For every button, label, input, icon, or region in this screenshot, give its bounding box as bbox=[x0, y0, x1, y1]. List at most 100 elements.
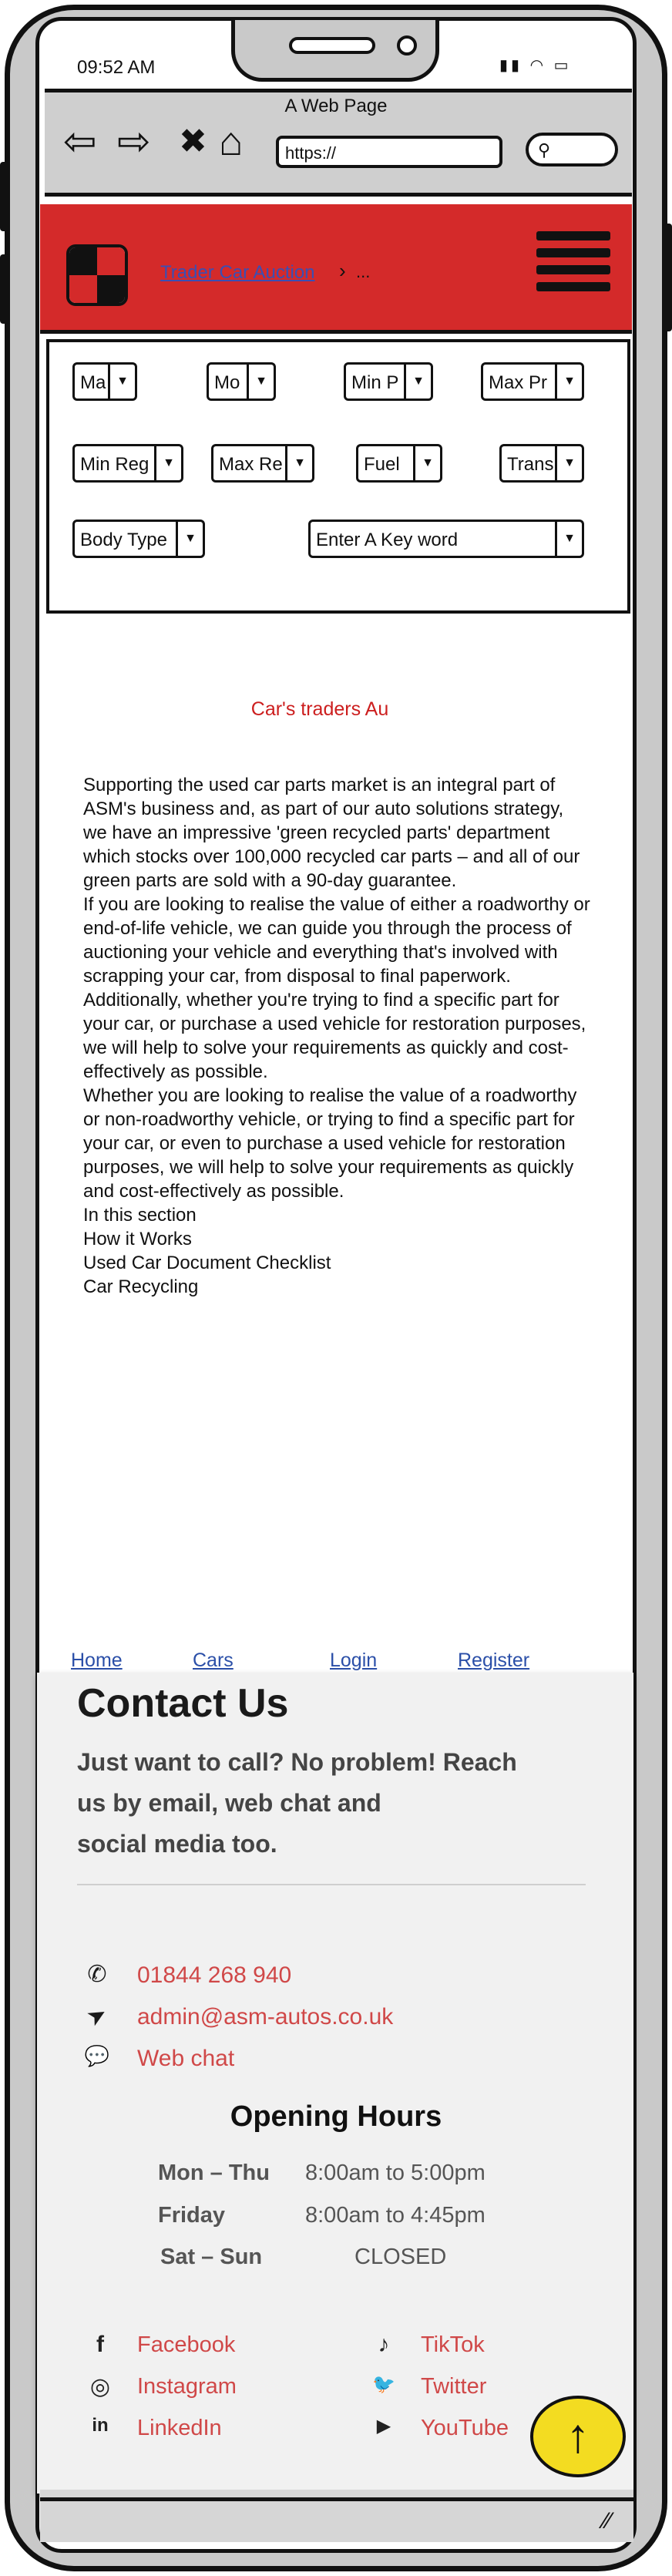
breadcrumb-more: ... bbox=[356, 262, 371, 281]
tiktok-link[interactable]: TikTok bbox=[421, 2332, 485, 2358]
dropdown-arrow-icon: ▼ bbox=[176, 522, 203, 556]
back-icon[interactable]: ⇦ bbox=[63, 122, 97, 162]
forward-icon[interactable]: ⇨ bbox=[117, 122, 151, 162]
section-link-document-checklist[interactable]: Used Car Document Checklist bbox=[83, 1251, 592, 1275]
dropdown-arrow-icon: ▼ bbox=[555, 365, 582, 399]
chat-icon: 💬 bbox=[84, 2044, 110, 2067]
keyword-search-input[interactable]: Enter A Key word ▼ bbox=[308, 520, 584, 558]
nav-register-link[interactable]: Register bbox=[458, 1650, 529, 1672]
bottom-strip bbox=[40, 2490, 633, 2497]
content-paragraph: Whether you are looking to realise the v… bbox=[83, 1085, 577, 1202]
contact-phone-link[interactable]: 01844 268 940 bbox=[137, 1962, 291, 1989]
facebook-link[interactable]: Facebook bbox=[137, 2332, 235, 2358]
hours-day: Sat – Sun bbox=[160, 2245, 263, 2269]
hamburger-line bbox=[536, 265, 610, 274]
min-price-dropdown[interactable]: Min P ▼ bbox=[344, 362, 433, 401]
section-link-car-recycling[interactable]: Car Recycling bbox=[83, 1275, 592, 1299]
dropdown-arrow-icon: ▼ bbox=[413, 446, 440, 480]
breadcrumb-link[interactable]: Trader Car Auction bbox=[160, 262, 315, 284]
site-title: Car's traders Au bbox=[250, 698, 389, 720]
status-icons: ▮▮ ◠ ▭ bbox=[499, 57, 572, 74]
contact-subtitle-line: social media too. bbox=[77, 1830, 277, 1858]
logo-icon[interactable] bbox=[66, 244, 128, 306]
nav-cars-link[interactable]: Cars bbox=[193, 1650, 234, 1672]
fuel-dropdown-label: Fuel bbox=[364, 454, 400, 475]
contact-divider bbox=[77, 1884, 586, 1885]
facebook-icon: f bbox=[96, 2332, 104, 2357]
chevron-right-icon: › bbox=[339, 259, 346, 282]
min-reg-dropdown-label: Min Reg bbox=[80, 454, 150, 475]
max-price-dropdown[interactable]: Max Pr ▼ bbox=[481, 362, 584, 401]
camera-icon bbox=[397, 35, 417, 55]
twitter-icon: 🐦 bbox=[372, 2374, 395, 2395]
volume-down-button bbox=[0, 254, 9, 324]
dropdown-arrow-icon: ▼ bbox=[404, 365, 431, 399]
max-reg-dropdown-label: Max Re bbox=[219, 454, 283, 475]
dropdown-arrow-icon: ▼ bbox=[285, 446, 312, 480]
nav-home-link[interactable]: Home bbox=[71, 1650, 123, 1672]
dropdown-arrow-icon: ▼ bbox=[108, 365, 135, 399]
hours-day: Mon – Thu bbox=[158, 2161, 270, 2185]
url-input[interactable]: https:// bbox=[276, 136, 502, 168]
hours-time: 8:00am to 5:00pm bbox=[305, 2161, 486, 2185]
nav-login-link[interactable]: Login bbox=[330, 1650, 377, 1672]
dropdown-arrow-icon: ▼ bbox=[555, 446, 582, 480]
hamburger-line bbox=[536, 231, 610, 240]
search-icon: ⚲ bbox=[538, 140, 551, 160]
make-dropdown-label: Ma bbox=[80, 372, 106, 393]
phone-icon: ✆ bbox=[87, 1962, 107, 1987]
dropdown-arrow-icon: ▼ bbox=[555, 522, 582, 556]
contact-subtitle-line: us by email, web chat and bbox=[77, 1789, 381, 1817]
contact-subtitle-line: Just want to call? No problem! Reach bbox=[77, 1748, 517, 1776]
linkedin-link[interactable]: LinkedIn bbox=[137, 2416, 222, 2441]
browser-bottom-bar bbox=[40, 2497, 633, 2542]
keyword-input-placeholder: Enter A Key word bbox=[316, 530, 459, 550]
home-icon[interactable]: ⌂ bbox=[219, 122, 243, 162]
resize-handle-icon[interactable]: ⁄⁄ bbox=[603, 2508, 611, 2534]
model-dropdown-label: Mo bbox=[214, 372, 240, 393]
content-paragraph: If you are looking to realise the value … bbox=[83, 894, 590, 1082]
transmission-dropdown-label: Trans bbox=[507, 454, 554, 475]
tiktok-icon: ♪ bbox=[378, 2332, 390, 2357]
power-button bbox=[663, 224, 672, 331]
contact-title: Contact Us bbox=[77, 1681, 289, 1726]
contact-webchat-link[interactable]: Web chat bbox=[137, 2046, 234, 2072]
hamburger-line bbox=[536, 282, 610, 291]
make-dropdown[interactable]: Ma ▼ bbox=[72, 362, 137, 401]
dropdown-arrow-icon: ▼ bbox=[247, 365, 274, 399]
body-type-dropdown-label: Body Type bbox=[80, 530, 167, 550]
browser-title: A Web Page bbox=[284, 96, 388, 116]
twitter-link[interactable]: Twitter bbox=[421, 2374, 486, 2399]
transmission-dropdown[interactable]: Trans ▼ bbox=[499, 444, 584, 483]
contact-email-link[interactable]: admin@asm-autos.co.uk bbox=[137, 2004, 393, 2030]
min-price-dropdown-label: Min P bbox=[351, 372, 399, 393]
max-price-dropdown-label: Max Pr bbox=[489, 372, 548, 393]
hamburger-line bbox=[536, 248, 610, 257]
status-time: 09:52 AM bbox=[77, 57, 156, 78]
hours-time: CLOSED bbox=[354, 2245, 447, 2269]
section-link-how-it-works[interactable]: How it Works bbox=[83, 1227, 592, 1251]
arrow-up-icon: ↑ bbox=[566, 2410, 590, 2463]
section-heading: In this section bbox=[83, 1205, 197, 1226]
browser-search-field[interactable]: ⚲ bbox=[526, 133, 618, 166]
dropdown-arrow-icon: ▼ bbox=[154, 446, 181, 480]
contact-subtitle: Just want to call? No problem! Reach us … bbox=[77, 1742, 586, 1865]
youtube-icon: ▶ bbox=[376, 2416, 391, 2436]
model-dropdown[interactable]: Mo ▼ bbox=[207, 362, 276, 401]
content-body: Supporting the used car parts market is … bbox=[83, 773, 592, 1299]
opening-hours-title: Opening Hours bbox=[230, 2100, 442, 2133]
max-reg-dropdown[interactable]: Max Re ▼ bbox=[211, 444, 314, 483]
hours-day: Friday bbox=[158, 2203, 226, 2228]
close-icon[interactable]: ✖ bbox=[179, 122, 207, 162]
fuel-dropdown[interactable]: Fuel ▼ bbox=[356, 444, 442, 483]
speaker-icon bbox=[289, 37, 375, 54]
linkedin-icon: in bbox=[92, 2415, 109, 2436]
min-reg-dropdown[interactable]: Min Reg ▼ bbox=[72, 444, 183, 483]
content-paragraph: Supporting the used car parts market is … bbox=[83, 775, 580, 891]
body-type-dropdown[interactable]: Body Type ▼ bbox=[72, 520, 205, 558]
scroll-to-top-button[interactable]: ↑ bbox=[530, 2396, 626, 2477]
instagram-link[interactable]: Instagram bbox=[137, 2374, 237, 2399]
instagram-icon: ◎ bbox=[89, 2374, 111, 2399]
youtube-link[interactable]: YouTube bbox=[421, 2416, 509, 2441]
volume-up-button bbox=[0, 162, 9, 231]
